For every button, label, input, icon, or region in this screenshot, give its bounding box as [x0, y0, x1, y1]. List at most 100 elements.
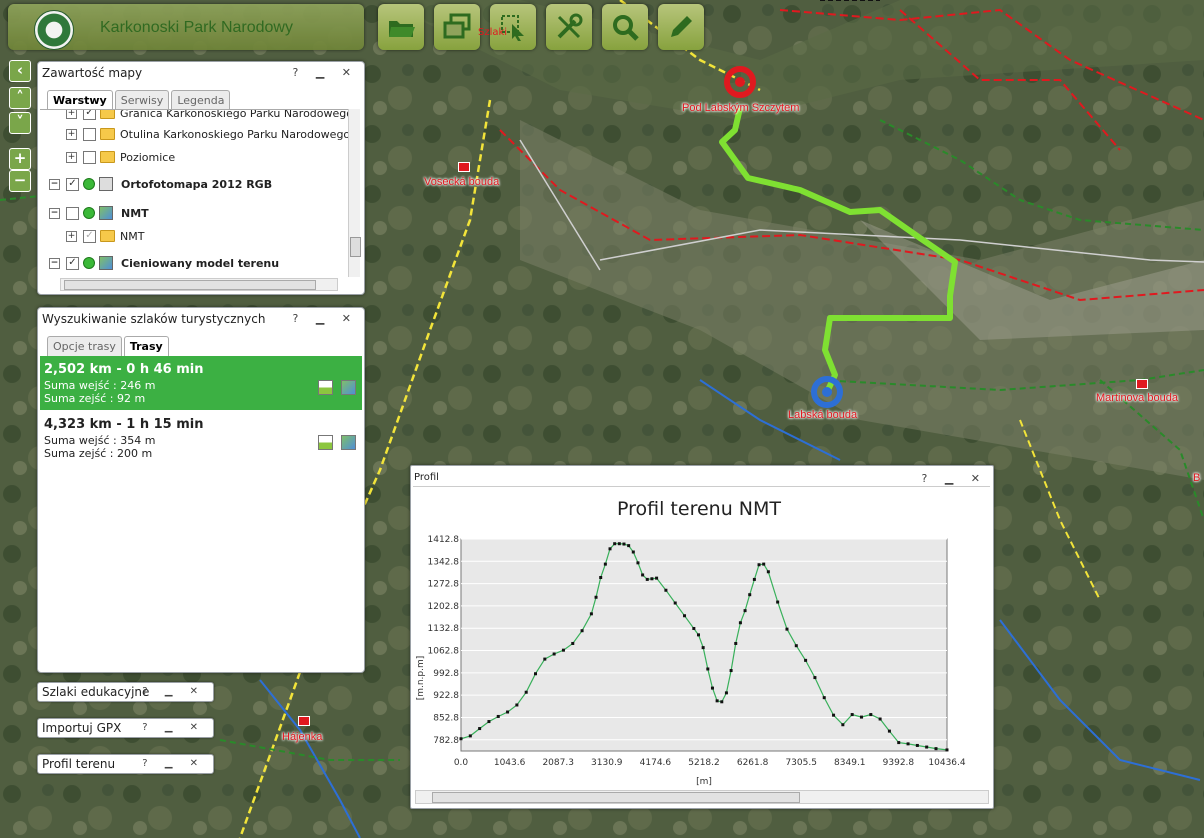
- data-point: [650, 577, 654, 581]
- panel-title: Zawartość mapy: [42, 66, 143, 80]
- show-on-map-icon[interactable]: [341, 435, 356, 450]
- tab-legenda[interactable]: Legenda: [171, 90, 231, 110]
- checkbox[interactable]: ✓: [83, 229, 96, 243]
- trail-search-panel: Wyszukiwanie szlaków turystycznych ? ▁ ✕…: [37, 307, 365, 673]
- checkbox[interactable]: ✓: [66, 256, 79, 270]
- tab-serwisy[interactable]: Serwisy: [114, 90, 170, 110]
- data-point: [631, 550, 635, 554]
- panel-window-buttons[interactable]: ? ▁ ✕: [142, 758, 205, 769]
- map-label-labska[interactable]: Labská bouda: [788, 409, 857, 421]
- folder-icon: [100, 110, 115, 119]
- panel-window-buttons[interactable]: ? ▁ ✕: [292, 66, 358, 79]
- route-descent: Suma zejść : 200 m: [44, 447, 153, 460]
- x-tick-label: 9392.8: [883, 758, 915, 768]
- windows-icon: [443, 13, 471, 39]
- checkbox[interactable]: [83, 150, 96, 164]
- window-buttons[interactable]: ? ▁ ✕: [921, 472, 987, 485]
- map-label-pod-labskim[interactable]: Pod Labským Szczytem: [682, 102, 799, 114]
- collapse-icon[interactable]: −: [49, 257, 60, 269]
- data-point: [515, 703, 519, 707]
- collapse-icon[interactable]: −: [49, 178, 60, 190]
- checkbox[interactable]: [66, 206, 79, 220]
- folder-icon: [100, 151, 115, 163]
- data-point: [813, 676, 817, 680]
- horizontal-scrollbar[interactable]: [60, 278, 338, 291]
- edit-button[interactable]: [658, 4, 704, 50]
- layer-row[interactable]: + ✓ Granica Karkonoskiego Parku Narodowego: [66, 109, 348, 122]
- map-label-martinova[interactable]: Martinova bouda: [1096, 392, 1178, 404]
- layer-row[interactable]: + ✓ NMT: [66, 227, 144, 245]
- pan-up-button[interactable]: ˄: [9, 87, 31, 109]
- data-point: [594, 595, 598, 599]
- data-point: [706, 667, 710, 671]
- expand-icon[interactable]: +: [66, 110, 77, 119]
- expand-icon[interactable]: +: [66, 230, 77, 242]
- expand-icon[interactable]: +: [66, 151, 77, 163]
- layer-row[interactable]: + Otulina Karkonoskiego Parku Narodowego: [66, 125, 348, 143]
- tab-warstwy[interactable]: Warstwy: [47, 90, 113, 110]
- select-button[interactable]: Szlaki: [478, 4, 536, 50]
- status-dot-icon: [83, 178, 95, 190]
- data-point: [743, 609, 747, 613]
- window-title: Profil: [414, 472, 439, 483]
- data-point: [571, 641, 575, 645]
- checkbox[interactable]: ✓: [83, 110, 96, 120]
- show-on-map-icon[interactable]: [341, 380, 356, 395]
- panel-window-buttons[interactable]: ? ▁ ✕: [142, 686, 205, 697]
- windows-button[interactable]: [434, 4, 480, 50]
- horizontal-scrollbar[interactable]: [415, 790, 989, 804]
- scrollbar-thumb[interactable]: [350, 237, 361, 257]
- tools-button[interactable]: [546, 4, 592, 50]
- collapsed-panel-import-gpx[interactable]: Importuj GPX ? ▁ ✕: [37, 718, 214, 738]
- vertical-scrollbar[interactable]: [348, 109, 361, 277]
- contents-tabs: Warstwy Serwisy Legenda: [47, 90, 231, 110]
- tab-routes[interactable]: Trasy: [123, 336, 169, 356]
- route-item[interactable]: 2,502 km - 0 h 46 min Suma wejść : 246 m…: [44, 362, 362, 405]
- route-ascent: Suma wejść : 246 m: [44, 379, 156, 392]
- collapse-icon[interactable]: −: [49, 207, 60, 219]
- search-button[interactable]: [602, 4, 648, 50]
- data-point: [561, 648, 565, 652]
- collapsed-panel-edu-trails[interactable]: Szlaki edukacyjne ? ▁ ✕: [37, 682, 214, 702]
- tab-route-options[interactable]: Opcje trasy: [47, 336, 122, 356]
- layer-label: Granica Karkonoskiego Parku Narodowego: [120, 109, 348, 120]
- data-point: [603, 562, 607, 566]
- map-label-vosecka[interactable]: Vosecká bouda: [424, 176, 499, 188]
- map-label-edge[interactable]: B: [1193, 472, 1200, 484]
- layer-row[interactable]: + Poziomice: [66, 148, 175, 166]
- x-tick-label: 10436.4: [928, 758, 965, 768]
- expand-icon[interactable]: +: [66, 128, 77, 140]
- map-contents-panel: Zawartość mapy ? ▁ ✕ Warstwy Serwisy Leg…: [37, 61, 365, 295]
- map-label-hajenka[interactable]: Hájenka: [282, 731, 322, 743]
- layer-label: NMT: [121, 206, 149, 220]
- panel-window-buttons[interactable]: ? ▁ ✕: [292, 312, 358, 325]
- zoom-out-button[interactable]: −: [9, 170, 31, 192]
- zoom-in-button[interactable]: +: [9, 148, 31, 170]
- profile-chart-icon[interactable]: [318, 435, 333, 450]
- layer-row[interactable]: − ✓ Ortofotomapa 2012 RGB: [49, 175, 272, 193]
- checkbox[interactable]: ✓: [66, 177, 79, 191]
- scrollbar-thumb[interactable]: [64, 280, 316, 290]
- layer-row[interactable]: − NMT: [49, 204, 149, 222]
- tools-icon: [557, 13, 583, 39]
- open-folder-button[interactable]: [378, 4, 424, 50]
- y-tick-label: 922.8: [433, 691, 459, 701]
- data-point: [757, 563, 761, 567]
- pan-left-button[interactable]: ‹: [9, 60, 31, 82]
- route-item[interactable]: 4,323 km - 1 h 15 min Suma wejść : 354 m…: [44, 417, 362, 460]
- panel-window-buttons[interactable]: ? ▁ ✕: [142, 722, 205, 733]
- data-point: [766, 570, 770, 574]
- profile-window: Profil ? ▁ ✕ Profil terenu NMT 1412.8 1342…: [410, 465, 994, 809]
- profile-chart-icon[interactable]: [318, 380, 333, 395]
- data-point: [869, 713, 873, 717]
- data-point: [496, 714, 500, 718]
- checkbox[interactable]: [83, 127, 96, 141]
- pan-down-button[interactable]: ˅: [9, 112, 31, 134]
- scrollbar-thumb[interactable]: [432, 792, 800, 803]
- collapsed-panel-terrain-profile[interactable]: Profil terenu ? ▁ ✕: [37, 754, 214, 774]
- layer-row[interactable]: − ✓ Cieniowany model terenu: [49, 254, 279, 272]
- x-tick-label: 0.0: [454, 758, 469, 768]
- route-ascent: Suma wejść : 354 m: [44, 434, 156, 447]
- data-point: [850, 713, 854, 717]
- data-point: [459, 737, 463, 741]
